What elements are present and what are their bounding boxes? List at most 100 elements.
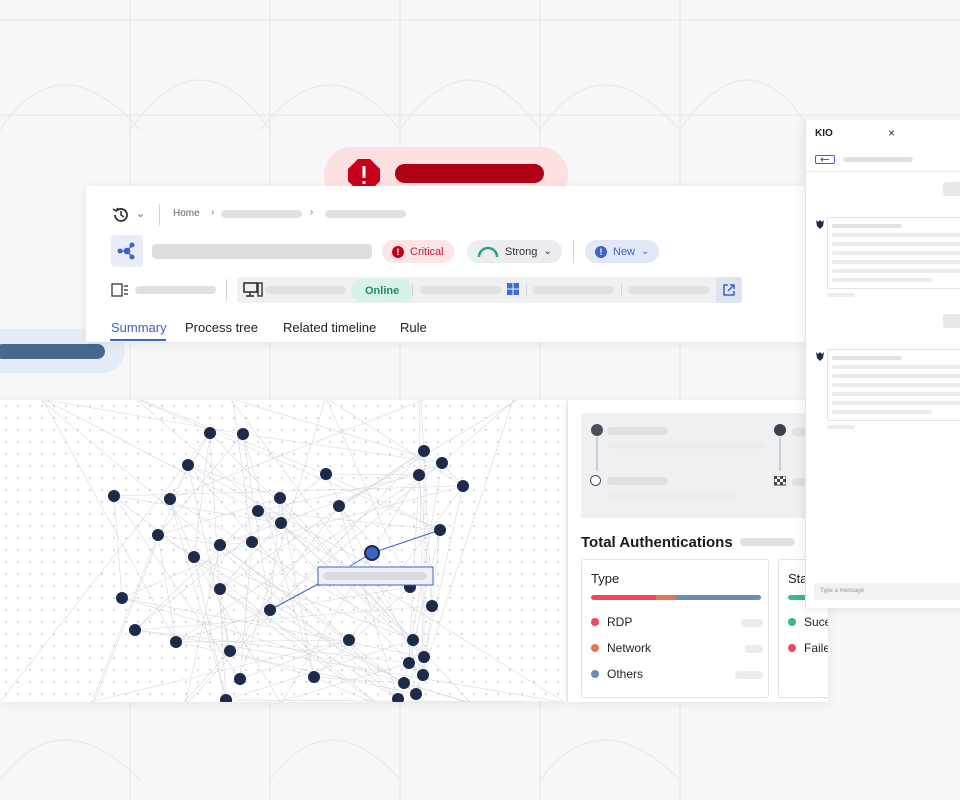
computer-icon <box>243 282 263 297</box>
chevron-down-icon[interactable]: ⌄ <box>136 207 145 220</box>
rdp-label: RDP <box>607 615 633 629</box>
divider <box>806 171 960 172</box>
close-icon[interactable]: × <box>888 126 895 140</box>
timeline-start-dot <box>591 424 603 436</box>
graph-node[interactable] <box>182 459 194 471</box>
divider <box>526 284 527 296</box>
bot-message-line <box>832 278 932 282</box>
tab-summary[interactable]: Summary <box>111 320 167 335</box>
chevron-down-icon: ⌄ <box>641 246 650 257</box>
graph-node[interactable] <box>214 539 226 551</box>
status-label: New <box>613 245 636 258</box>
failed-dot <box>788 644 796 652</box>
breadcrumb: Home <box>173 208 200 219</box>
bot-message-line <box>832 233 960 237</box>
graph-node[interactable] <box>403 657 415 669</box>
id-card-icon <box>111 283 128 297</box>
online-label: Online <box>365 284 400 297</box>
bot-message-line <box>832 356 902 360</box>
legend-network: Network <box>591 641 651 655</box>
graph-node[interactable] <box>170 636 182 648</box>
timeline-end-detail <box>607 492 737 499</box>
graph-node[interactable] <box>320 468 332 480</box>
message-input[interactable]: Type a message <box>814 583 960 600</box>
pill-bar <box>0 344 105 359</box>
type-bar-segment <box>655 595 676 600</box>
type-stacked-bar <box>591 595 761 600</box>
bot-message-line <box>832 410 932 414</box>
breadcrumb-item-placeholder[interactable] <box>325 210 406 218</box>
bot-message-line <box>832 374 960 378</box>
graph-node[interactable] <box>116 592 128 604</box>
history-icon[interactable] <box>111 205 131 225</box>
graph-node[interactable] <box>264 604 276 616</box>
confidence-badge[interactable]: Strong ⌄ <box>467 240 562 263</box>
graph-node[interactable] <box>434 524 446 536</box>
graph-node[interactable] <box>418 445 430 457</box>
graph-node[interactable] <box>214 583 226 595</box>
confidence-label: Strong <box>505 245 538 258</box>
tab-rule[interactable]: Rule <box>400 320 427 335</box>
graph-node[interactable] <box>275 517 287 529</box>
graph-node[interactable] <box>252 505 264 517</box>
graph-node[interactable] <box>246 536 258 548</box>
tab-rule-label: Rule <box>400 320 427 335</box>
graph-node[interactable] <box>152 529 164 541</box>
online-badge: Online <box>351 279 414 302</box>
type-bar-segment <box>675 595 761 600</box>
graph-node[interactable] <box>224 645 236 657</box>
graph-node[interactable] <box>274 492 286 504</box>
graph-node[interactable] <box>164 493 176 505</box>
divider <box>226 279 227 301</box>
graph-node[interactable] <box>417 669 429 681</box>
severity-badge[interactable]: ! Critical <box>382 240 454 263</box>
graph-node[interactable] <box>308 671 320 683</box>
open-external-button[interactable] <box>716 277 742 303</box>
selected-graph-node[interactable] <box>364 545 380 561</box>
breadcrumb-item-placeholder[interactable] <box>221 210 302 218</box>
tab-process-tree[interactable]: Process tree <box>185 320 258 335</box>
graph-node[interactable] <box>457 480 469 492</box>
graph-node[interactable] <box>436 457 448 469</box>
timeline-start-detail <box>607 442 767 449</box>
graph-node[interactable] <box>237 428 249 440</box>
finish-flag-icon <box>774 476 786 486</box>
graph-node[interactable] <box>234 673 246 685</box>
graph-node[interactable] <box>398 677 410 689</box>
back-button[interactable] <box>815 155 835 164</box>
graph-node[interactable] <box>418 651 430 663</box>
graph-node[interactable] <box>108 490 120 502</box>
graph-node[interactable] <box>343 634 355 646</box>
timeline-line <box>779 437 781 471</box>
severity-label: Critical <box>410 245 444 258</box>
bot-message-line <box>832 242 960 246</box>
graph-node[interactable] <box>426 600 438 612</box>
network-graph[interactable] <box>0 400 566 702</box>
graph-node[interactable] <box>410 688 422 700</box>
tab-active-indicator <box>110 339 166 341</box>
graph-node[interactable] <box>413 469 425 481</box>
legend-rdp: RDP <box>591 615 632 629</box>
success-dot <box>788 618 796 626</box>
user-placeholder <box>628 286 709 294</box>
graph-node[interactable] <box>204 427 216 439</box>
graph-node[interactable] <box>333 500 345 512</box>
graph-node[interactable] <box>407 634 419 646</box>
alert-title-placeholder <box>395 164 544 183</box>
graph-node[interactable] <box>129 624 141 636</box>
tab-related-timeline[interactable]: Related timeline <box>283 320 376 335</box>
node-tooltip-text-placeholder <box>323 572 427 580</box>
alert-circle-icon: ! <box>392 245 404 258</box>
incident-header-panel: ⌄ Home › › ! Critical Strong ⌄ ! New ⌄ O… <box>86 186 806 342</box>
arrow-left-icon <box>820 157 829 162</box>
status-badge[interactable]: ! New ⌄ <box>585 240 660 263</box>
bot-message-line <box>832 401 960 405</box>
breadcrumb-home[interactable]: Home <box>173 208 200 219</box>
success-label: Sucess <box>804 615 828 629</box>
bot-avatar-icon <box>816 352 824 361</box>
graph-node[interactable] <box>188 551 200 563</box>
tab-process-tree-label: Process tree <box>185 320 258 335</box>
graph-node[interactable] <box>220 694 232 702</box>
bot-message-line <box>832 365 960 369</box>
timeline-end-label <box>607 477 668 485</box>
